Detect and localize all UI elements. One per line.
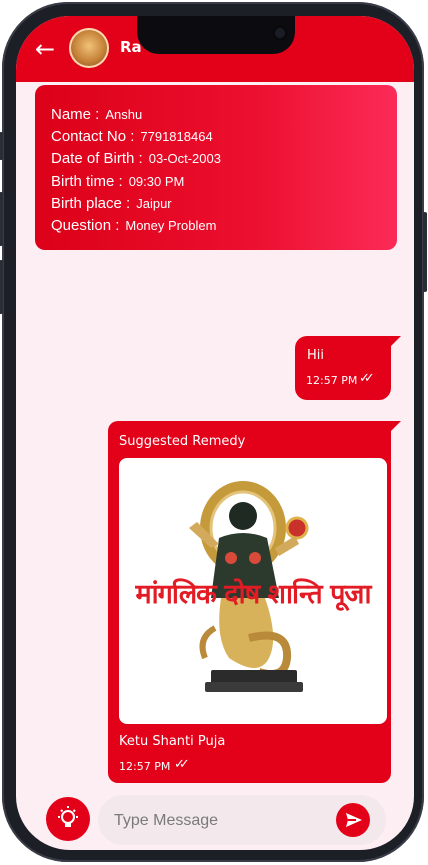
detail-row-dob: Date of Birth : 03-Oct-2003 <box>51 148 221 167</box>
detail-value: Jaipur <box>136 196 172 211</box>
chat-header: ← Ra <box>16 16 414 82</box>
notch <box>137 16 295 54</box>
remedy-title: Suggested Remedy <box>119 434 246 449</box>
detail-label: Name : <box>51 106 100 123</box>
lightbulb-icon <box>58 806 78 827</box>
detail-row-name: Name : Anshu <box>51 104 142 123</box>
message-text: Hii <box>307 348 324 363</box>
sent-message-bubble[interactable]: Hii 12:57 PM ✓✓ <box>295 336 391 400</box>
mute-switch <box>0 132 3 160</box>
double-check-icon: ✓✓ <box>174 757 190 772</box>
double-check-icon: ✓✓ <box>359 371 375 386</box>
message-input[interactable] <box>112 805 326 837</box>
power-button <box>423 212 427 292</box>
detail-value: 09:30 PM <box>128 174 185 189</box>
detail-label: Question : <box>51 217 120 234</box>
user-details-card: Name : Anshu Contact No : 7791818464 Date … <box>35 85 397 250</box>
detail-label: Birth time : <box>51 173 123 190</box>
send-icon <box>346 813 362 827</box>
bubble-tail <box>391 336 401 346</box>
front-camera <box>272 25 288 41</box>
remedy-image-text: मांगलिक दोष शान्ति पूजा <box>135 579 372 610</box>
message-composer <box>98 795 386 845</box>
message-time: 12:57 PM <box>119 760 171 773</box>
volume-down-button <box>0 260 3 314</box>
detail-label: Date of Birth : <box>51 150 143 167</box>
bubble-tail <box>391 421 401 431</box>
send-button[interactable] <box>336 803 370 837</box>
remedy-name: Ketu Shanti Puja <box>119 734 226 749</box>
app-screen: ← Ra Name : Anshu Contact No : 7791818464 … <box>16 16 414 850</box>
detail-value: Money Problem <box>125 218 217 233</box>
detail-label: Birth place : <box>51 195 131 212</box>
detail-row-birth-time: Birth time : 09:30 PM <box>51 171 184 190</box>
avatar[interactable] <box>69 28 109 68</box>
detail-value: 7791818464 <box>140 129 213 144</box>
remedy-image[interactable]: मांगलिक दोष शान्ति पूजा <box>119 458 387 724</box>
detail-row-birth-place: Birth place : Jaipur <box>51 193 172 212</box>
detail-row-contact: Contact No : 7791818464 <box>51 126 213 145</box>
message-time: 12:57 PM <box>306 374 358 387</box>
detail-label: Contact No : <box>51 128 135 145</box>
volume-up-button <box>0 192 3 246</box>
phone-frame: ← Ra Name : Anshu Contact No : 7791818464 … <box>0 2 427 862</box>
detail-value: 03-Oct-2003 <box>148 151 221 166</box>
detail-value: Anshu <box>105 107 143 122</box>
detail-row-question: Question : Money Problem <box>51 215 216 234</box>
arrow-left-icon[interactable]: ← <box>30 36 60 62</box>
suggested-remedy-message[interactable]: Suggested Remedy मांगलिक दोष शान्ति पूजा… <box>108 421 391 783</box>
suggest-remedy-button[interactable] <box>46 797 90 841</box>
